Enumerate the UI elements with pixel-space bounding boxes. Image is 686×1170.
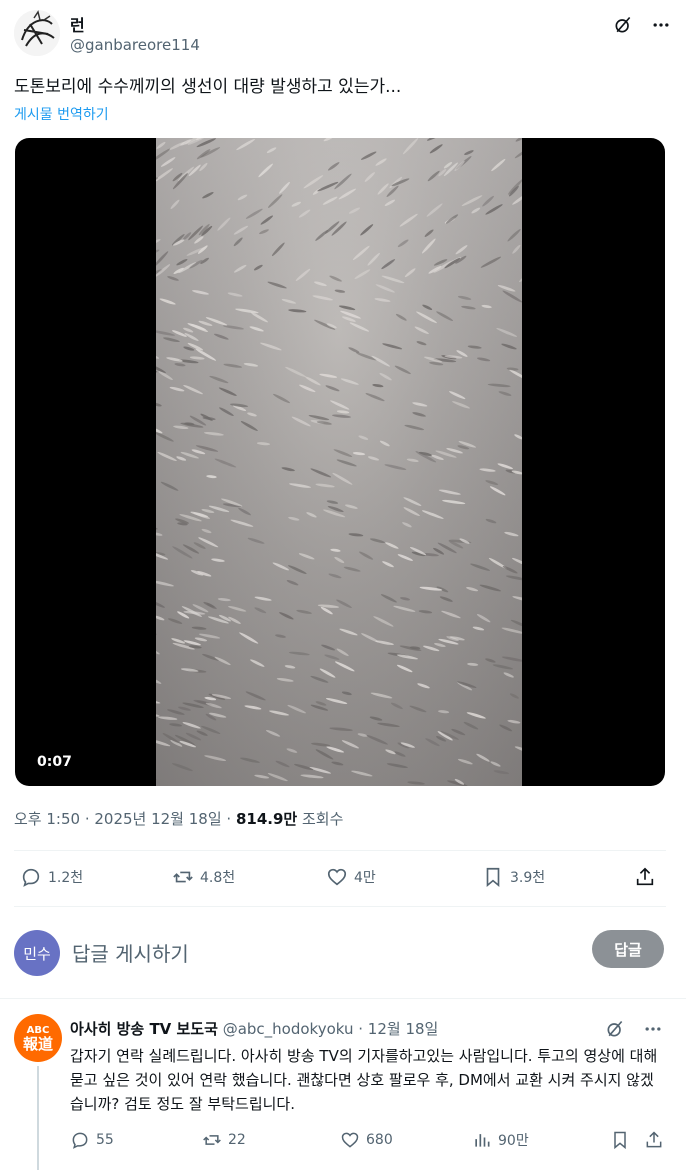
video-duration: 0:07 [29,752,80,772]
reply-views-button[interactable]: 90만 [472,1130,529,1150]
avatar-logo-top: ABC [26,1024,50,1036]
reply-top-actions [604,1018,664,1040]
reply-like-button[interactable]: 680 [340,1130,393,1150]
reply-count: 1.2천 [48,870,84,886]
like-button[interactable]: 4만 [326,866,376,888]
bookmark-icon [486,867,500,888]
reply-icon [72,1132,88,1149]
reply-date[interactable]: 12월 18일 [368,1020,439,1038]
reply-bookmark-button[interactable] [610,1130,630,1150]
reply-repost-button[interactable]: 22 [202,1130,246,1150]
divider [14,906,666,907]
current-user-avatar[interactable]: 민수 [14,930,60,976]
reply-views-count: 90만 [498,1133,529,1149]
fish-school-image [156,138,522,786]
reply-share-button[interactable] [644,1130,664,1150]
more-icon[interactable] [642,1018,664,1040]
divider [0,998,686,999]
reply-tweet[interactable]: ABC 報道 아사히 방송 TV 보도국 @abc_hodokyoku · 12… [14,1010,664,1170]
engagement-bar: 1.2천 4.8천 4만 3.9천 [14,858,664,902]
reply-composer: 민수 답글 게시하기 답글 [14,920,664,980]
author-avatar[interactable] [14,10,60,56]
heart-icon [327,868,347,886]
author-handle[interactable]: @ganbareore114 [70,36,200,54]
like-count: 4만 [354,870,376,886]
reply-button[interactable]: 1.2천 [20,866,83,888]
post-timestamp[interactable]: 오후 1:50 · 2025년 12월 18일 · [14,810,236,828]
repost-icon [203,1135,221,1145]
more-icon[interactable] [650,14,672,36]
bookmark-icon [614,1131,626,1150]
repost-count: 4.8천 [200,870,236,886]
views-label: 조회수 [297,810,344,828]
grok-icon[interactable] [612,14,634,36]
author-name[interactable]: 런 [70,12,85,36]
reply-author-name[interactable]: 아사히 방송 TV 보도국 [70,1020,218,1038]
reply-reply-button[interactable]: 55 [70,1130,114,1150]
grok-icon[interactable] [604,1018,626,1040]
views-icon [475,1134,490,1147]
post-text: 도톤보리에 수수께끼의 생선이 대량 발생하고 있는가... [14,77,402,97]
reply-tweet-header: 아사히 방송 TV 보도국 @abc_hodokyoku · 12월 18일 [70,1018,438,1039]
reply-engagement-bar: 55 22 680 90만 [70,1126,664,1156]
thread-line [37,1066,39,1170]
translate-post-link[interactable]: 게시물 번역하기 [14,104,109,124]
heart-icon [341,1132,359,1148]
reply-reply-count: 55 [96,1132,114,1148]
reply-like-count: 680 [366,1132,393,1148]
header-separator: · [353,1020,368,1038]
share-button[interactable] [634,866,656,888]
views-count: 814.9만 [235,810,298,828]
post-video[interactable]: 0:07 [15,138,665,786]
reply-text: 갑자기 연락 실례드립니다. 아사히 방송 TV의 기자를하고있는 사람입니다.… [70,1047,658,1113]
reply-submit-button[interactable]: 답글 [592,930,664,968]
share-icon [646,1131,662,1148]
abc-news-avatar[interactable]: ABC 報道 [14,1014,62,1062]
video-frame [156,138,522,786]
post-meta: 오후 1:50 · 2025년 12월 18일 · 814.9만 조회수 [14,808,343,829]
repost-icon [173,871,193,883]
reply-author-handle[interactable]: @abc_hodokyoku [223,1020,354,1038]
reply-input[interactable]: 답글 게시하기 [72,938,189,967]
reply-icon [22,868,40,887]
bookmark-button[interactable]: 3.9천 [482,866,545,888]
post-header: 런 @ganbareore114 [14,8,672,60]
bookmark-count: 3.9천 [510,870,546,886]
divider [14,850,666,851]
share-icon [636,867,654,886]
post-top-actions [612,14,672,36]
repost-button[interactable]: 4.8천 [172,866,235,888]
reply-repost-count: 22 [228,1132,246,1148]
avatar-logo-bottom: 報道 [22,1034,53,1053]
